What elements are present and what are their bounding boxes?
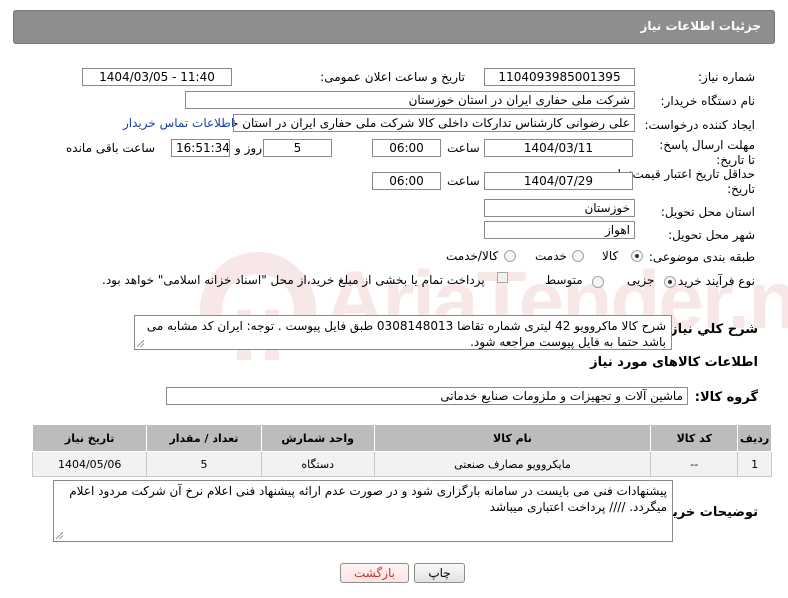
reply-days-field[interactable]: 5: [263, 139, 332, 157]
city-field[interactable]: اهواز: [484, 221, 635, 239]
need-number-label: شماره نیاز:: [698, 70, 755, 84]
delivery-province-label: استان محل تحویل:: [660, 205, 755, 219]
category-service-radio[interactable]: [572, 250, 584, 262]
treasury-note: پرداخت تمام یا بخشی از مبلغ خرید،از محل …: [102, 273, 485, 287]
category-goods-service-radio[interactable]: [504, 250, 516, 262]
delivery-city-label: شهر محل تحویل:: [668, 228, 755, 242]
subject-category-label: طبقه بندی موضوعی:: [648, 250, 755, 264]
days-and-label: روز و: [235, 141, 262, 155]
reply-time-label: ساعت: [447, 141, 480, 155]
general-description-field[interactable]: شرح کالا ماکروویو 42 لیتری شماره تقاضا 0…: [134, 315, 672, 350]
general-description-text: شرح کالا ماکروویو 42 لیتری شماره تقاضا 0…: [146, 319, 666, 349]
announce-datetime-field[interactable]: 1404/03/05 - 11:40: [82, 68, 232, 86]
col-unit-header: واحد شمارش: [260, 424, 375, 452]
validity-time-field[interactable]: 06:00: [372, 172, 441, 190]
goods-table: ردیف کد کالا نام کالا واحد شمارش تعداد /…: [31, 424, 772, 477]
buyer-org-field[interactable]: شرکت ملی حفاری ایران در استان خوزستان: [185, 91, 635, 109]
time-remaining-field[interactable]: 16:51:34: [171, 139, 230, 157]
reply-time-field[interactable]: 06:00: [372, 139, 441, 157]
col-row-header: ردیف: [737, 424, 772, 452]
reply-deadline-label: مهلت ارسال پاسخ: تا تاریخ:: [659, 138, 755, 167]
province-field[interactable]: خوزستان: [484, 199, 635, 217]
cell-unit: دستگاه: [260, 451, 375, 477]
general-description-label: شرح کلي نياز:: [664, 322, 758, 337]
table-row[interactable]: 1 -- مایکروویو مصارف صنعتی دستگاه 5 1404…: [31, 451, 772, 477]
category-goods-label: کالا: [602, 249, 619, 263]
treasury-checkbox[interactable]: [497, 272, 508, 283]
goods-info-heading: اطلاعات کالاهای مورد نیاز: [590, 355, 758, 370]
buyer-notes-field[interactable]: پیشنهادات فنی می بایست در سامانه بارگزار…: [53, 480, 673, 542]
requester-field[interactable]: علی رضوانی کارشناس تدارکات داخلی کالا شر…: [233, 114, 635, 132]
time-remaining-label: ساعت باقی مانده: [66, 141, 156, 155]
back-button[interactable]: بازگشت: [340, 563, 409, 583]
goods-group-label: گروه کالا:: [694, 390, 758, 405]
category-goods-service-label: کالا/خدمت: [446, 249, 499, 263]
requester-label: ایجاد کننده درخواست:: [644, 118, 755, 132]
purchase-process-label: نوع فرآیند خرید :: [670, 274, 755, 288]
process-medium-label: متوسط: [545, 273, 583, 287]
reply-date-field[interactable]: 1404/03/11: [484, 139, 633, 157]
buyer-org-label: نام دستگاه خریدار:: [660, 94, 756, 108]
min-validity-label: حداقل تاریخ اعتبار قیمت: تا تاریخ:: [617, 167, 755, 196]
buyer-notes-text: پیشنهادات فنی می بایست در سامانه بارگزار…: [69, 484, 667, 514]
category-service-label: خدمت: [535, 249, 567, 263]
cell-name: مایکروویو مصارف صنعتی: [373, 451, 652, 477]
table-header-row: ردیف کد کالا نام کالا واحد شمارش تعداد /…: [31, 424, 772, 452]
announce-datetime-label: تاریخ و ساعت اعلان عمومی:: [320, 70, 465, 84]
col-code-header: کد کالا: [650, 424, 739, 452]
process-medium-radio[interactable]: [592, 276, 604, 288]
process-partial-label: جزیی: [627, 273, 655, 287]
col-date-header: تاریخ نیاز: [31, 424, 148, 452]
buyer-contact-link[interactable]: اطلاعات تماس خریدار: [123, 116, 234, 130]
resize-grip[interactable]: [56, 532, 63, 539]
col-name-header: نام کالا: [373, 424, 652, 452]
panel-header: جزئیات اطلاعات نیاز: [13, 10, 775, 44]
validity-date-field[interactable]: 1404/07/29: [484, 172, 633, 190]
cell-row: 1: [737, 451, 772, 477]
col-qty-header: تعداد / مقدار: [146, 424, 262, 452]
page-title: جزئیات اطلاعات نیاز: [640, 19, 761, 33]
print-button[interactable]: چاپ: [414, 563, 465, 583]
process-partial-radio[interactable]: [664, 276, 676, 288]
cell-date: 1404/05/06: [31, 451, 148, 477]
resize-grip[interactable]: [137, 340, 144, 347]
category-goods-radio[interactable]: [631, 250, 643, 262]
cell-qty: 5: [146, 451, 262, 477]
validity-time-label: ساعت: [447, 174, 480, 188]
need-number-field[interactable]: 1104093985001395: [484, 68, 635, 86]
cell-code: --: [650, 451, 739, 477]
goods-group-field[interactable]: ماشین آلات و تجهیزات و ملزومات صنایع خدم…: [166, 387, 688, 405]
